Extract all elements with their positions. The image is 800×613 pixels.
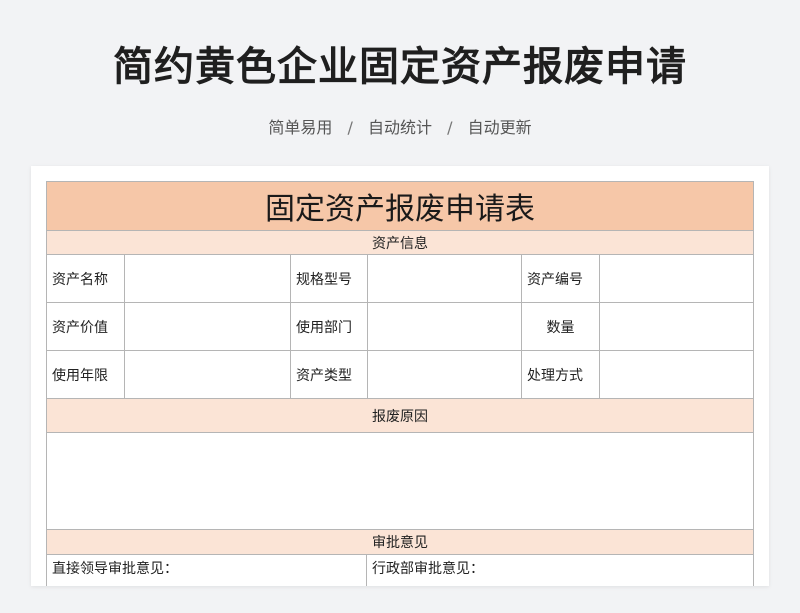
- feature-tags: 简单易用 / 自动统计 / 自动更新: [0, 114, 800, 138]
- field-asset-number[interactable]: [600, 255, 753, 302]
- field-quantity[interactable]: [600, 303, 753, 350]
- form-row: 资产名称 规格型号 资产编号: [47, 255, 753, 303]
- label-asset-number: 资产编号: [522, 255, 600, 302]
- field-department[interactable]: [368, 303, 522, 350]
- label-asset-type: 资产类型: [291, 351, 368, 398]
- label-disposal-method: 处理方式: [522, 351, 600, 398]
- field-spec-model[interactable]: [368, 255, 522, 302]
- form-preview-card: 固定资产报废申请表 资产信息 资产名称 规格型号 资产编号 资产价值 使用部门 …: [31, 166, 769, 586]
- tag-auto-stat: 自动统计: [367, 118, 432, 137]
- field-asset-name[interactable]: [125, 255, 291, 302]
- label-department: 使用部门: [291, 303, 368, 350]
- field-asset-type[interactable]: [368, 351, 522, 398]
- tag-auto-update: 自动更新: [467, 118, 532, 137]
- tag-easy: 简单易用: [268, 118, 333, 137]
- label-asset-value: 资产价值: [47, 303, 125, 350]
- approval-row: 直接领导审批意见： 行政部审批意见：: [47, 555, 753, 586]
- label-service-years: 使用年限: [47, 351, 125, 398]
- label-quantity: 数量: [522, 303, 600, 350]
- page-title: 简约黄色企业固定资产报废申请: [113, 44, 687, 90]
- form-row: 使用年限 资产类型 处理方式: [47, 351, 753, 399]
- tag-separator: /: [447, 118, 453, 137]
- field-disposal-method[interactable]: [600, 351, 753, 398]
- label-asset-name: 资产名称: [47, 255, 125, 302]
- field-scrap-reason[interactable]: [47, 433, 753, 530]
- tag-separator: /: [347, 118, 353, 137]
- form-title: 固定资产报废申请表: [47, 181, 753, 231]
- label-leader-approval[interactable]: 直接领导审批意见：: [47, 555, 367, 586]
- section-approval: 审批意见: [47, 530, 753, 555]
- form-row: 资产价值 使用部门 数量: [47, 303, 753, 351]
- field-asset-value[interactable]: [125, 303, 291, 350]
- section-asset-info: 资产信息: [47, 231, 753, 255]
- label-admin-approval[interactable]: 行政部审批意见：: [367, 555, 753, 586]
- section-scrap-reason: 报废原因: [47, 399, 753, 433]
- label-spec-model: 规格型号: [291, 255, 368, 302]
- form-sheet: 固定资产报废申请表 资产信息 资产名称 规格型号 资产编号 资产价值 使用部门 …: [46, 181, 754, 586]
- field-service-years[interactable]: [125, 351, 291, 398]
